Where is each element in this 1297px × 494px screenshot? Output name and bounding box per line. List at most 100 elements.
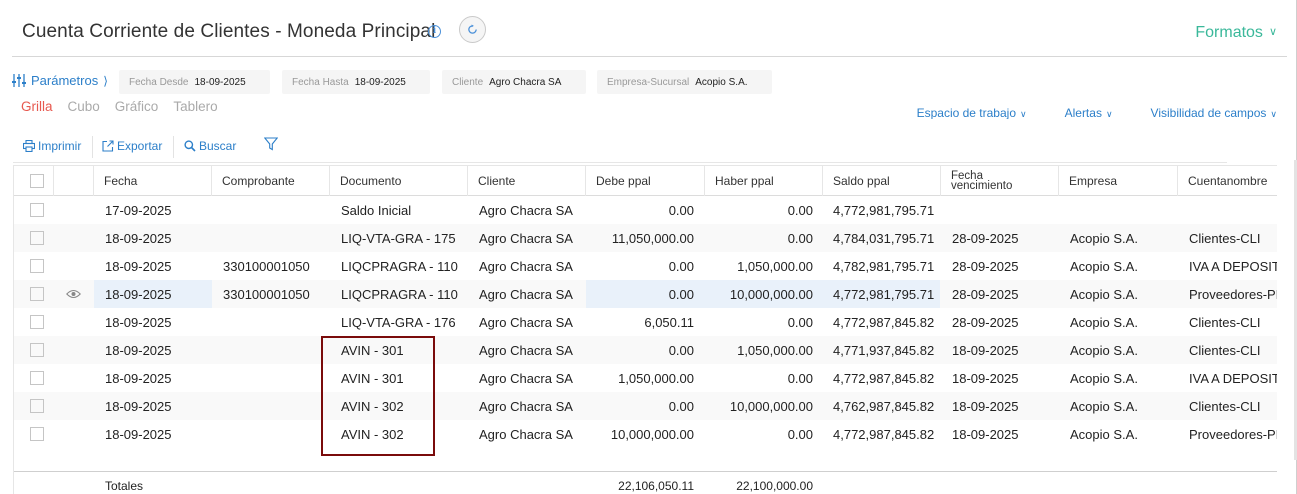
table-row[interactable]: 18-09-2025 AVIN - 301 Agro Chacra SA 0.00 1,… (14, 336, 1277, 364)
filter-empresa-sucursal[interactable]: Empresa-Sucursal Acopio S.A. (597, 70, 772, 94)
row-checkbox[interactable] (30, 203, 44, 217)
column-header-cuentanombre[interactable]: Cuentanombre (1178, 166, 1277, 196)
visibilidad-campos-dropdown[interactable]: Visibilidad de campos ∨ (1132, 106, 1277, 119)
cell-documento: Saldo Inicial (341, 202, 412, 218)
cell-cuentanombre: Proveedores-PROV (1189, 426, 1277, 442)
annotation-highlight-box (321, 336, 435, 456)
table-row[interactable]: 18-09-2025 AVIN - 302 Agro Chacra SA 0.00 10… (14, 392, 1277, 420)
parametros-toggle[interactable]: Parámetros ⟩ (12, 73, 108, 88)
refresh-button[interactable] (459, 16, 486, 43)
grid-toolbar: Imprimir Exportar Buscar (13, 134, 1227, 163)
cell-haber: 0.00 (787, 426, 813, 442)
tab-tablero[interactable]: Tablero (173, 99, 217, 114)
cell-empresa: Acopio S.A. (1070, 398, 1138, 414)
row-select-cell (30, 280, 50, 308)
column-header-documento[interactable]: Documento (330, 166, 468, 196)
column-header-empresa[interactable]: Empresa (1059, 166, 1178, 196)
cell-documento: LIQ-VTA-GRA - 175 (341, 230, 456, 246)
cell-empresa: Acopio S.A. (1070, 342, 1138, 358)
column-header-fecha[interactable]: Fecha (94, 166, 212, 196)
table-row[interactable]: 18-09-2025 330100001050 LIQCPRAGRA - 110 Ag… (14, 280, 1277, 308)
tab-cubo[interactable]: Cubo (68, 99, 100, 114)
cell-saldo: 4,762,987,845.82 (833, 398, 935, 414)
table-row[interactable]: 18-09-2025 LIQ-VTA-GRA - 175 Agro Chacra S… (14, 224, 1277, 252)
row-checkbox[interactable] (30, 371, 44, 385)
cell-empresa: Acopio S.A. (1070, 258, 1138, 274)
table-row[interactable]: 18-09-2025 330100001050 LIQCPRAGRA - 110 Ag… (14, 252, 1277, 280)
cell-cuentanombre: IVA A DEPOSITAR (1189, 370, 1277, 386)
cell-comprobante (223, 336, 333, 364)
cell-comprobante (223, 308, 333, 336)
row-checkbox[interactable] (30, 343, 44, 357)
cell-debe: 1,050,000.00 (618, 370, 694, 386)
column-header-vencimiento[interactable]: Fecha vencimiento (941, 166, 1059, 196)
cell-debe: 0.00 (668, 286, 694, 302)
search-button[interactable]: Buscar (184, 139, 236, 153)
column-header-saldo[interactable]: Saldo ppal (823, 166, 941, 196)
tab-grafico[interactable]: Gráfico (115, 99, 159, 114)
column-header-debe[interactable]: Debe ppal (586, 166, 705, 196)
cell-empresa: Acopio S.A. (1070, 426, 1138, 442)
cell-documento: LIQCPRAGRA - 110 (341, 258, 458, 274)
cell-comprobante (223, 196, 333, 224)
cell-fecha: 18-09-2025 (105, 426, 172, 442)
cell-vencimiento: 18-09-2025 (952, 426, 1019, 442)
column-header-haber[interactable]: Haber ppal (705, 166, 823, 196)
cell-cliente: Agro Chacra SA (479, 202, 573, 218)
cell-haber: 0.00 (787, 230, 813, 246)
table-row[interactable]: 17-09-2025 Saldo Inicial Agro Chacra SA 0.0… (14, 196, 1277, 224)
header-divider (12, 56, 1287, 57)
view-tabs: Grilla Cubo Gráfico Tablero (21, 99, 233, 114)
totals-haber: 22,100,000.00 (736, 479, 813, 493)
actions-header (54, 166, 94, 196)
filter-icon (264, 137, 278, 151)
cell-cuentanombre: Clientes-CLI (1189, 230, 1261, 246)
formatos-dropdown[interactable]: Formatos ∨ (1195, 24, 1277, 42)
alertas-dropdown[interactable]: Alertas ∨ (1046, 106, 1113, 119)
cell-debe: 0.00 (668, 202, 694, 218)
workspace-links: Espacio de trabajo ∨ Alertas ∨ Visibilidad d… (879, 106, 1277, 119)
row-checkbox[interactable] (30, 231, 44, 245)
cell-empresa: Acopio S.A. (1070, 230, 1138, 246)
row-checkbox[interactable] (30, 259, 44, 273)
tab-grilla[interactable]: Grilla (21, 99, 53, 114)
info-icon[interactable]: i (428, 25, 441, 38)
cell-empresa (1070, 196, 1178, 224)
espacio-trabajo-dropdown[interactable]: Espacio de trabajo ∨ (898, 106, 1027, 119)
table-row[interactable]: 18-09-2025 AVIN - 301 Agro Chacra SA 1,050,… (14, 364, 1277, 392)
filter-cliente[interactable]: Cliente Agro Chacra SA (442, 70, 586, 94)
cell-cuentanombre: IVA A DEPOSITAR (1189, 258, 1277, 274)
table-row[interactable]: 18-09-2025 AVIN - 302 Agro Chacra SA 10,000… (14, 420, 1277, 448)
cell-comprobante (223, 364, 333, 392)
cell-comprobante (223, 392, 333, 420)
filter-button[interactable] (264, 137, 281, 151)
cell-saldo: 4,772,987,845.82 (833, 370, 935, 386)
cell-vencimiento: 28-09-2025 (952, 314, 1019, 330)
filter-fecha-desde[interactable]: Fecha Desde 18-09-2025 (119, 70, 270, 94)
select-all-checkbox[interactable] (30, 174, 44, 188)
cell-vencimiento: 18-09-2025 (952, 342, 1019, 358)
column-header-comprobante[interactable]: Comprobante (212, 166, 330, 196)
chevron-right-icon: ⟩ (103, 73, 108, 88)
export-button[interactable]: Exportar (102, 139, 162, 153)
filter-fecha-hasta[interactable]: Fecha Hasta 18-09-2025 (282, 70, 430, 94)
cell-fecha: 17-09-2025 (105, 202, 172, 218)
row-checkbox[interactable] (30, 399, 44, 413)
cell-saldo: 4,784,031,795.71 (833, 230, 935, 246)
cell-cuentanombre: Proveedores-PROV (1189, 286, 1277, 302)
row-checkbox[interactable] (30, 427, 44, 441)
print-button[interactable]: Imprimir (23, 139, 81, 153)
totals-debe: 22,106,050.11 (618, 479, 694, 493)
cell-fecha: 18-09-2025 (105, 286, 172, 302)
cell-debe: 11,050,000.00 (611, 230, 694, 246)
cell-cliente: Agro Chacra SA (479, 398, 573, 414)
row-select-cell (30, 308, 50, 336)
printer-icon (23, 140, 35, 152)
eye-icon[interactable] (66, 280, 84, 308)
row-checkbox[interactable] (30, 315, 44, 329)
row-select-cell (30, 252, 50, 280)
column-header-cliente[interactable]: Cliente (468, 166, 586, 196)
row-checkbox[interactable] (30, 287, 44, 301)
table-row[interactable]: 18-09-2025 LIQ-VTA-GRA - 176 Agro Chacra S… (14, 308, 1277, 336)
select-all-cell (14, 166, 54, 196)
